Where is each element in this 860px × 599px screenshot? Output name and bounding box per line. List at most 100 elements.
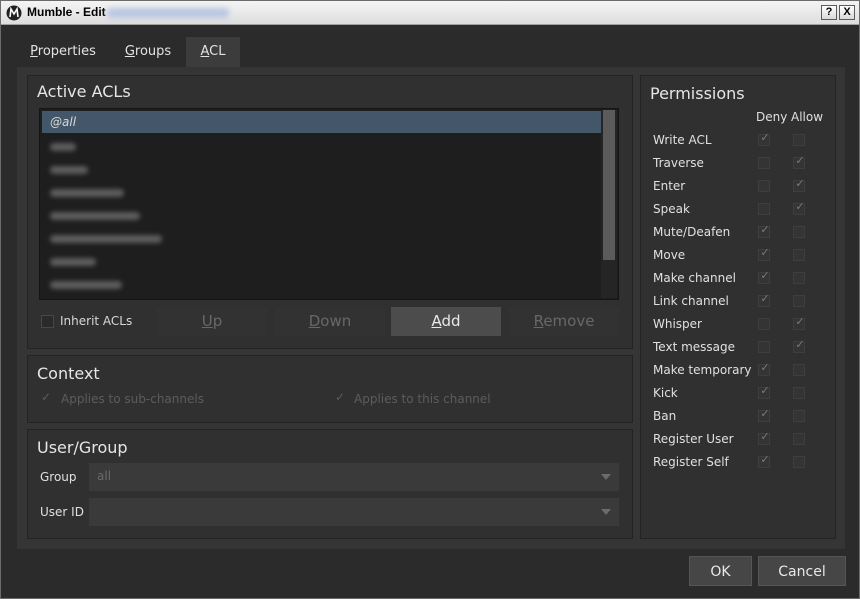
acl-item-redacted[interactable] — [50, 189, 124, 197]
permission-deny-checkbox[interactable]: ✓ — [758, 131, 770, 146]
permission-deny-checkbox[interactable] — [758, 318, 770, 330]
permission-label: Link channel — [653, 294, 729, 308]
tab-properties[interactable]: Properties — [17, 37, 109, 67]
check-icon: ✓ — [760, 430, 770, 443]
permission-deny-checkbox[interactable]: ✓ — [758, 223, 770, 238]
permission-deny-checkbox[interactable] — [758, 180, 770, 192]
context-title: Context — [37, 364, 100, 383]
permission-label: Write ACL — [653, 133, 712, 147]
permission-label: Kick — [653, 386, 678, 400]
active-acls-title: Active ACLs — [37, 82, 131, 101]
permission-label: Ban — [653, 409, 677, 423]
permission-allow-checkbox[interactable]: ✓ — [793, 338, 805, 353]
remove-button[interactable]: Remove — [509, 307, 619, 336]
check-icon: ✓ — [760, 361, 770, 374]
permission-allow-checkbox[interactable] — [793, 433, 805, 445]
check-icon: ✓ — [760, 269, 770, 282]
check-icon: ✓ — [795, 154, 805, 167]
up-button[interactable]: Up — [157, 307, 267, 336]
permission-deny-checkbox[interactable]: ✓ — [758, 430, 770, 445]
permission-allow-checkbox[interactable] — [793, 387, 805, 399]
acl-item-redacted[interactable] — [50, 281, 122, 289]
group-combo[interactable]: all — [89, 463, 619, 491]
scrollbar-thumb[interactable] — [603, 110, 615, 260]
permission-deny-checkbox[interactable]: ✓ — [758, 384, 770, 399]
permission-label: Make temporary — [653, 363, 752, 377]
check-icon: ✓ — [760, 407, 770, 420]
permissions-title: Permissions — [650, 84, 745, 103]
permission-allow-checkbox[interactable] — [793, 272, 805, 284]
context-group: Context — [27, 355, 633, 423]
inherit-acls-checkbox[interactable] — [41, 315, 54, 328]
userid-label: User ID — [40, 505, 84, 519]
permission-allow-checkbox[interactable]: ✓ — [793, 154, 805, 169]
add-button[interactable]: Add — [391, 307, 501, 336]
permission-deny-checkbox[interactable]: ✓ — [758, 246, 770, 261]
help-button[interactable]: ? — [821, 5, 837, 20]
applies-this-channel-checkbox[interactable]: Applies to this channel — [354, 392, 491, 406]
chevron-down-icon — [601, 509, 611, 515]
permission-deny-checkbox[interactable]: ✓ — [758, 361, 770, 376]
permission-allow-checkbox[interactable] — [793, 249, 805, 261]
userid-combo[interactable] — [89, 498, 619, 526]
permission-label: Speak — [653, 202, 690, 216]
check-icon: ✓ — [795, 338, 805, 351]
permission-label: Text message — [653, 340, 736, 354]
close-button[interactable]: X — [839, 5, 855, 20]
permission-deny-checkbox[interactable]: ✓ — [758, 453, 770, 468]
tab-groups[interactable]: Groups — [113, 37, 183, 67]
check-icon: ✓ — [795, 177, 805, 190]
deny-header: Deny — [756, 110, 788, 124]
channel-name-redacted — [107, 8, 229, 18]
edit-window: Mumble - Edit ? X Properties Groups ACL … — [0, 0, 860, 599]
acl-item-selected[interactable]: @all — [42, 111, 602, 133]
acl-item-redacted[interactable] — [50, 258, 96, 266]
acl-item-redacted[interactable] — [50, 235, 162, 243]
permission-allow-checkbox[interactable] — [793, 410, 805, 422]
tab-acl[interactable]: ACL — [186, 37, 240, 67]
permission-allow-checkbox[interactable]: ✓ — [793, 315, 805, 330]
window-title: Mumble - Edit — [27, 5, 106, 19]
permission-label: Mute/Deafen — [653, 225, 731, 239]
permission-allow-checkbox[interactable] — [793, 295, 805, 307]
permission-label: Move — [653, 248, 686, 262]
permission-deny-checkbox[interactable]: ✓ — [758, 269, 770, 284]
cancel-button[interactable]: Cancel — [758, 556, 846, 586]
check-icon: ✓ — [760, 292, 770, 305]
permission-label: Make channel — [653, 271, 736, 285]
permission-deny-checkbox[interactable]: ✓ — [758, 407, 770, 422]
check-icon: ✓ — [760, 453, 770, 466]
acl-list[interactable]: @all — [39, 108, 619, 300]
ok-button[interactable]: OK — [689, 556, 752, 586]
applies-subchannels-checkbox[interactable]: Applies to sub-channels — [61, 392, 204, 406]
allow-header: Allow — [791, 110, 824, 124]
user-group-title: User/Group — [37, 438, 128, 457]
acl-item-redacted[interactable] — [50, 143, 76, 151]
group-value: all — [97, 469, 112, 483]
permission-allow-checkbox[interactable]: ✓ — [793, 200, 805, 215]
permission-deny-checkbox[interactable] — [758, 203, 770, 215]
down-button[interactable]: Down — [275, 307, 385, 336]
permission-allow-checkbox[interactable] — [793, 456, 805, 468]
permission-deny-checkbox[interactable] — [758, 157, 770, 169]
check-icon: ✓ — [335, 390, 346, 404]
acl-list-scrollbar[interactable] — [601, 110, 617, 298]
permission-deny-checkbox[interactable] — [758, 341, 770, 353]
chevron-down-icon — [601, 474, 611, 480]
check-icon: ✓ — [760, 131, 770, 144]
permission-deny-checkbox[interactable]: ✓ — [758, 292, 770, 307]
permission-label: Register User — [653, 432, 734, 446]
permission-allow-checkbox[interactable] — [793, 226, 805, 238]
permission-allow-checkbox[interactable] — [793, 364, 805, 376]
acl-item-redacted[interactable] — [50, 166, 88, 174]
mumble-icon — [6, 5, 22, 21]
title-bar: Mumble - Edit ? X — [1, 1, 859, 25]
permission-label: Enter — [653, 179, 686, 193]
inherit-acls-label: Inherit ACLs — [60, 314, 133, 328]
check-icon: ✓ — [760, 223, 770, 236]
check-icon: ✓ — [760, 384, 770, 397]
permission-label: Whisper — [653, 317, 702, 331]
permission-allow-checkbox[interactable] — [793, 134, 805, 146]
acl-item-redacted[interactable] — [50, 212, 140, 220]
permission-allow-checkbox[interactable]: ✓ — [793, 177, 805, 192]
